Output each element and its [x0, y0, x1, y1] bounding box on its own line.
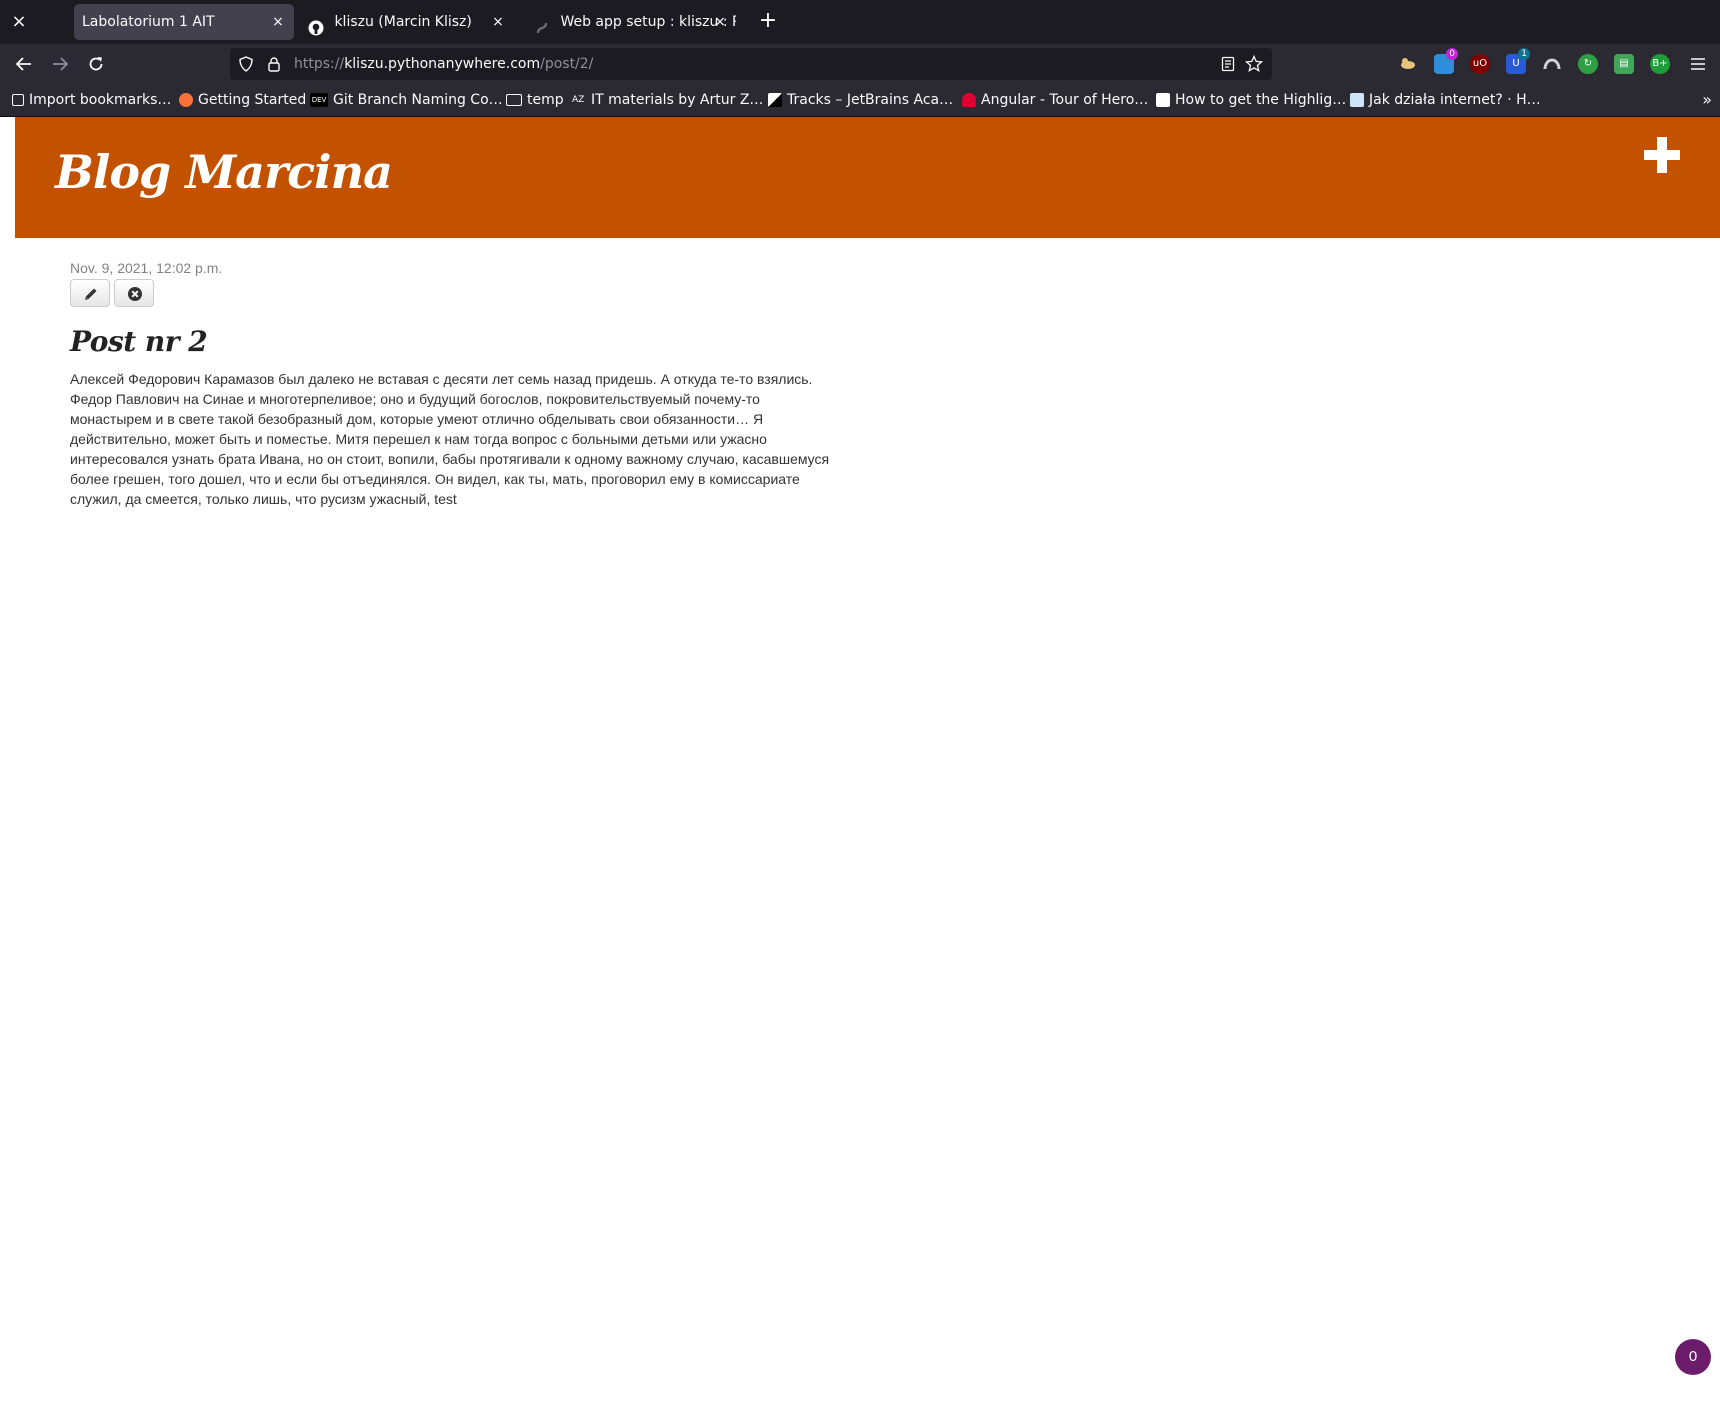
tab-github[interactable]: kliszu (Marcin Klisz) × — [300, 4, 514, 40]
bookmark-import[interactable]: Import bookmarks… — [12, 84, 171, 116]
book-icon — [1350, 93, 1364, 107]
bookmarks-overflow-icon[interactable]: » — [1702, 84, 1712, 116]
pencil-icon — [85, 288, 97, 300]
forward-button[interactable] — [46, 50, 74, 78]
bookmark-angular[interactable]: Angular - Tour of Hero… — [962, 84, 1148, 116]
menu-icon[interactable] — [1684, 50, 1712, 78]
dev-icon: DEV — [310, 93, 328, 107]
bookmark-jak-dziala[interactable]: Jak działa internet? · H… — [1350, 84, 1541, 116]
extension-refresh-icon[interactable]: ↻ — [1578, 54, 1598, 74]
extension-arc-icon[interactable] — [1542, 54, 1562, 74]
reload-button[interactable] — [82, 50, 110, 78]
tab-bar: × Labolatorium 1 AIT × kliszu (Marcin Kl… — [0, 0, 1720, 44]
sort-icon: AZ — [572, 95, 585, 105]
bookmark-star-icon[interactable] — [1244, 54, 1264, 74]
bookmarks-toolbar: Import bookmarks… Getting Started DEV Git… — [0, 84, 1720, 117]
new-tab-button[interactable]: + — [754, 8, 782, 36]
reader-view-icon[interactable] — [1218, 54, 1238, 74]
lock-icon[interactable] — [264, 54, 284, 74]
pythonanywhere-icon — [534, 14, 550, 34]
angular-icon — [962, 93, 976, 107]
bookmark-git-branch[interactable]: DEV Git Branch Naming Co… — [310, 84, 503, 116]
folder-icon — [506, 94, 522, 106]
notification-badge[interactable]: 0 — [1675, 1339, 1711, 1375]
tracking-protection-icon[interactable] — [236, 54, 256, 74]
extension-bplus-icon[interactable]: B+ — [1650, 54, 1670, 74]
bookmark-highlight[interactable]: How to get the Highlig… — [1156, 84, 1346, 116]
edit-post-button[interactable] — [70, 279, 110, 307]
ublock-icon[interactable]: uO — [1470, 54, 1490, 74]
post-text: Алексей Федорович Карамазов был далеко н… — [70, 371, 830, 507]
address-bar[interactable]: https://kliszu.pythonanywhere.com/post/2… — [230, 48, 1272, 80]
nav-toolbar: https://kliszu.pythonanywhere.com/post/2… — [0, 44, 1720, 84]
bookmark-getting-started[interactable]: Getting Started — [179, 84, 306, 116]
tab-labolatorium[interactable]: Labolatorium 1 AIT × — [74, 4, 294, 40]
tab-close-icon[interactable]: × — [268, 4, 288, 40]
firefox-icon — [179, 93, 193, 107]
bookmark-temp[interactable]: temp — [506, 84, 564, 116]
jetbrains-icon — [768, 93, 782, 107]
delete-post-button[interactable] — [114, 279, 154, 307]
blog-header: Blog Marcina — [15, 117, 1720, 238]
remove-icon — [128, 287, 142, 301]
close-window-button[interactable]: × — [8, 8, 30, 36]
import-icon — [12, 94, 24, 106]
tab-title: kliszu (Marcin Klisz) — [334, 14, 472, 30]
site-icon — [1156, 93, 1170, 107]
bookmark-jetbrains[interactable]: Tracks – JetBrains Aca… — [768, 84, 953, 116]
page-content: Blog Marcina Nov. 9, 2021, 12:02 p.m. Po… — [0, 117, 1720, 1408]
extension-duck-icon[interactable] — [1398, 54, 1418, 74]
extension-u-icon[interactable]: U1 — [1506, 48, 1530, 74]
github-icon — [308, 14, 324, 36]
tab-pythonanywhere[interactable]: Web app setup : kliszu : Py × — [526, 4, 736, 40]
extension-sheet-icon[interactable]: ▤ — [1614, 54, 1634, 74]
post-date: Nov. 9, 2021, 12:02 p.m. — [70, 260, 223, 276]
bookmark-it-materials[interactable]: AZ IT materials by Artur Z… — [572, 84, 763, 116]
url-text[interactable]: https://kliszu.pythonanywhere.com/post/2… — [294, 48, 593, 80]
extension-badge-icon[interactable]: 0 — [1434, 48, 1458, 74]
tab-close-icon[interactable]: × — [488, 4, 508, 40]
tab-title: Labolatorium 1 AIT — [82, 14, 215, 30]
plus-icon[interactable] — [1644, 137, 1680, 173]
post-title: Post nr 2 — [70, 325, 208, 358]
back-button[interactable] — [10, 50, 38, 78]
blog-title-link[interactable]: Blog Marcina — [55, 145, 393, 199]
tab-close-icon[interactable]: × — [710, 4, 730, 40]
